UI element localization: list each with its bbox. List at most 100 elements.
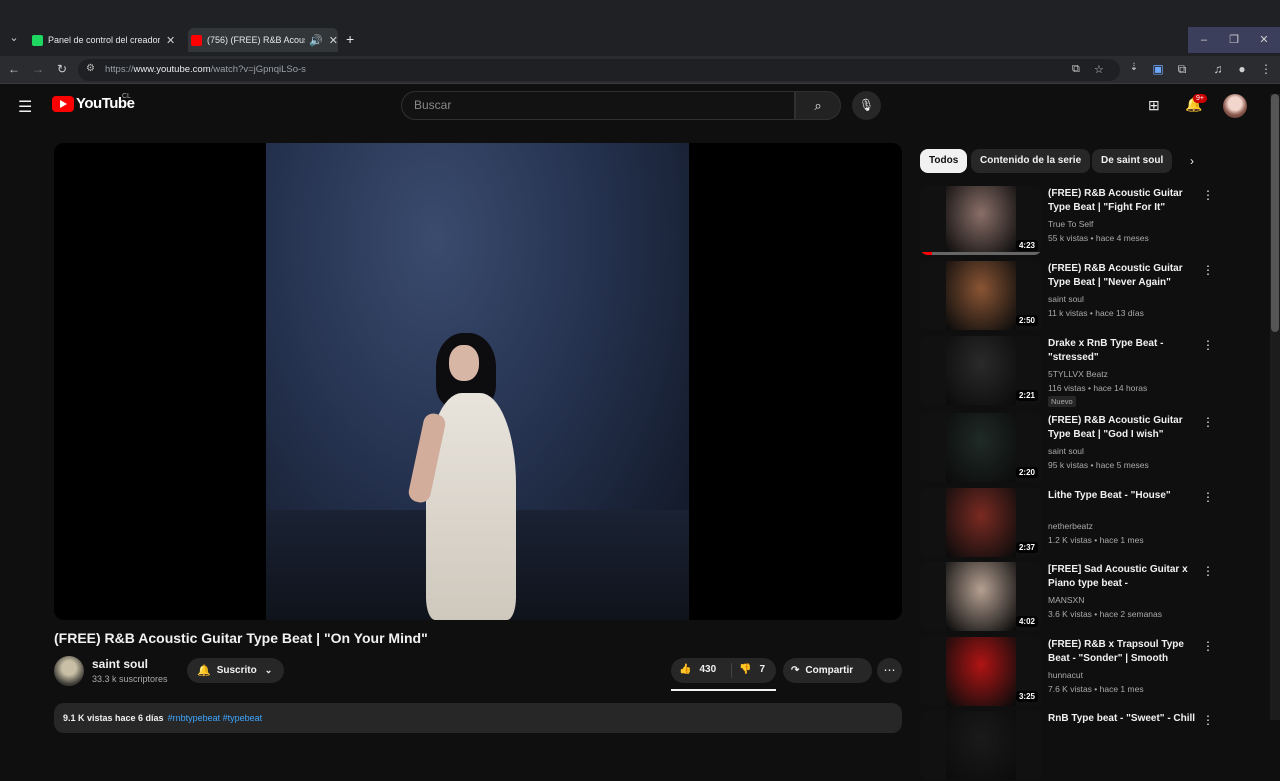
more-options-icon[interactable]: ⋮ — [1202, 564, 1214, 578]
restore-icon[interactable]: ❐ — [1219, 27, 1249, 53]
minimize-icon[interactable]: – — [1189, 27, 1219, 53]
chip-series[interactable]: Contenido de la serie — [971, 149, 1091, 173]
more-options-icon[interactable]: ⋮ — [1202, 639, 1214, 653]
recommendation-thumbnail[interactable]: 2:21 — [920, 336, 1042, 405]
more-options-icon[interactable]: ⋮ — [1202, 713, 1214, 727]
open-in-app-icon[interactable]: ⧉ — [1072, 63, 1080, 76]
browser-tab-youtube[interactable]: (756) (FREE) R&B Acoustic G 🔊 ✕ — [188, 28, 338, 52]
share-button[interactable]: ↷ Compartir — [783, 658, 872, 683]
browser-tab-creator-studio[interactable]: Panel de control del creador | K ✕ — [32, 28, 182, 52]
scrollbar-thumb[interactable] — [1271, 94, 1279, 332]
recommendation-thumbnail[interactable]: 4:23 — [920, 186, 1042, 255]
recommendation-card[interactable]: 2:50 (FREE) R&B Acoustic Guitar Type Bea… — [920, 261, 1220, 331]
recommendation-channel[interactable]: saint soul — [1048, 446, 1084, 456]
recommendation-title[interactable]: [FREE] Sad Acoustic Guitar x Piano type … — [1048, 563, 1198, 591]
create-video-icon[interactable]: ⊞ — [1148, 97, 1160, 114]
recommendation-thumbnail[interactable]: 2:50 — [920, 261, 1042, 330]
voice-search-button[interactable]: 🎙 — [852, 91, 881, 120]
country-code: CL — [122, 93, 131, 100]
hamburger-menu-icon[interactable]: ☰ — [18, 97, 32, 117]
recommendation-card[interactable]: 2:21 Drake x RnB Type Beat - "stressed" … — [920, 336, 1220, 407]
recommendation-channel[interactable]: hunnacut — [1048, 670, 1083, 680]
like-ratio-bar — [671, 689, 776, 691]
recommendation-meta: 11 k vistas • hace 13 días — [1048, 308, 1144, 318]
window-close-icon[interactable]: ✕ — [1249, 27, 1279, 53]
recommendation-thumbnail[interactable]: 3:25 — [920, 637, 1042, 706]
recommendation-title[interactable]: (FREE) R&B Acoustic Guitar Type Beat | "… — [1048, 414, 1198, 442]
account-avatar[interactable] — [1223, 94, 1247, 118]
page-scrollbar[interactable] — [1270, 94, 1280, 720]
video-duration: 2:50 — [1015, 315, 1038, 326]
tab-close-icon[interactable]: ✕ — [329, 34, 338, 47]
recommendation-thumbnail[interactable]: 4:02 — [920, 562, 1042, 631]
more-options-icon[interactable]: ⋮ — [1202, 338, 1214, 352]
video-player[interactable] — [54, 143, 902, 620]
more-options-icon[interactable]: ⋮ — [1202, 490, 1214, 504]
channel-avatar[interactable] — [54, 656, 84, 686]
extensions-icon[interactable]: ⧉ — [1174, 62, 1190, 77]
recommendation-title[interactable]: Drake x RnB Type Beat - "stressed" — [1048, 337, 1198, 365]
reload-icon[interactable]: ↻ — [54, 62, 70, 76]
thumbnail-image — [946, 261, 1016, 330]
recommendation-channel[interactable]: MANSXN — [1048, 595, 1084, 605]
recommendation-title[interactable]: Lithe Type Beat - "House" — [1048, 489, 1198, 503]
recommendation-title[interactable]: RnB Type beat - "Sweet" - Chill — [1048, 712, 1198, 726]
speaker-icon[interactable]: 🔊 — [309, 34, 323, 47]
recommendation-channel[interactable]: saint soul — [1048, 294, 1084, 304]
browser-menu-icon[interactable]: ⋮ — [1258, 62, 1274, 76]
recommendation-channel[interactable]: 5TYLLVX Beatz — [1048, 369, 1108, 379]
new-tab-button[interactable]: + — [346, 31, 354, 47]
recommendation-title[interactable]: (FREE) R&B Acoustic Guitar Type Beat | "… — [1048, 187, 1198, 215]
video-figure — [391, 333, 551, 620]
youtube-play-icon — [52, 95, 74, 112]
tab-close-icon[interactable]: ✕ — [166, 34, 175, 47]
media-control-icon[interactable]: ♫ — [1210, 62, 1226, 76]
more-options-icon[interactable]: ⋮ — [1202, 415, 1214, 429]
recommendation-card[interactable]: RnB Type beat - "Sweet" - Chill ⋮ — [920, 711, 1220, 781]
chevron-right-icon[interactable]: › — [1190, 154, 1194, 168]
recommendation-thumbnail[interactable]: 2:20 — [920, 413, 1042, 482]
search-button[interactable]: ⌕ — [795, 91, 841, 120]
youtube-logo[interactable]: YouTube CL — [52, 93, 135, 112]
chip-todos[interactable]: Todos — [920, 149, 968, 173]
recommendation-card[interactable]: 2:37 Lithe Type Beat - "House" netherbea… — [920, 488, 1220, 558]
video-frame — [266, 143, 689, 620]
profile-icon[interactable]: ● — [1234, 62, 1250, 76]
video-duration: 3:25 — [1015, 691, 1038, 702]
kick-favicon-icon — [32, 34, 43, 46]
bookmark-star-icon[interactable]: ☆ — [1094, 63, 1104, 76]
recommendation-thumbnail[interactable]: 2:37 — [920, 488, 1042, 557]
recommendation-channel[interactable]: True To Self — [1048, 219, 1093, 229]
description-tags[interactable]: #rnbtypebeat #typebeat — [168, 713, 263, 723]
back-arrow-icon[interactable]: ← — [6, 62, 22, 76]
subscriber-count: 33.3 k suscriptores — [92, 674, 168, 684]
recommendation-meta: 1.2 K vistas • hace 1 mes — [1048, 535, 1144, 545]
more-actions-button[interactable]: ⋯ — [877, 658, 902, 683]
like-button[interactable]: 👍 430 — [679, 664, 716, 675]
dislike-button[interactable]: 👎 7 — [739, 664, 765, 675]
video-duration: 4:23 — [1015, 240, 1038, 251]
site-info-icon[interactable]: ⚙ — [86, 63, 95, 74]
recommendation-meta: 55 k vistas • hace 4 meses — [1048, 233, 1149, 243]
recommendation-card[interactable]: 4:23 (FREE) R&B Acoustic Guitar Type Bea… — [920, 186, 1220, 256]
channel-name[interactable]: saint soul — [92, 657, 148, 671]
recommendation-thumbnail[interactable] — [920, 711, 1042, 780]
forward-arrow-icon[interactable]: → — [30, 62, 46, 76]
description-box[interactable]: 9.1 K vistas hace 6 días #rnbtypebeat #ty… — [54, 703, 902, 733]
url-field[interactable]: ⚙ https://www.youtube.com/watch?v=jGpnqi… — [78, 59, 1120, 81]
chevron-down-icon: ⌄ — [264, 665, 273, 675]
search-input[interactable] — [414, 98, 774, 112]
recommendation-card[interactable]: 2:20 (FREE) R&B Acoustic Guitar Type Bea… — [920, 413, 1220, 483]
recommendation-card[interactable]: 4:02 [FREE] Sad Acoustic Guitar x Piano … — [920, 562, 1220, 632]
translate-extension-icon[interactable]: ▣ — [1150, 62, 1166, 76]
recommendation-title[interactable]: (FREE) R&B x Trapsoul Type Beat - "Sonde… — [1048, 638, 1198, 666]
recommendation-card[interactable]: 3:25 (FREE) R&B x Trapsoul Type Beat - "… — [920, 637, 1220, 707]
tab-search-chevron-icon[interactable]: ⌄ — [6, 31, 22, 47]
recommendation-channel[interactable]: netherbeatz — [1048, 521, 1093, 531]
more-options-icon[interactable]: ⋮ — [1202, 188, 1214, 202]
recommendation-title[interactable]: (FREE) R&B Acoustic Guitar Type Beat | "… — [1048, 262, 1198, 290]
more-options-icon[interactable]: ⋮ — [1202, 263, 1214, 277]
download-icon[interactable]: ⇣ — [1126, 62, 1142, 73]
chip-channel[interactable]: De saint soul — [1092, 149, 1173, 173]
subscribed-button[interactable]: 🔔 Suscrito ⌄ — [187, 658, 284, 683]
